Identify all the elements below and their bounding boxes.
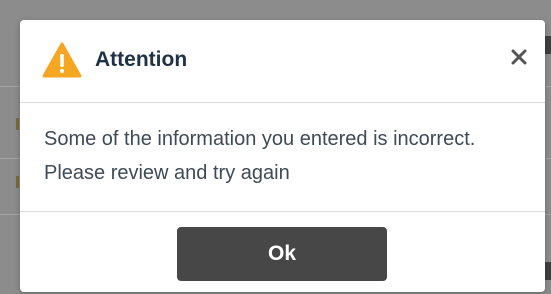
ok-button[interactable]: Ok bbox=[177, 227, 387, 281]
background-fragment bbox=[545, 262, 551, 280]
background-fragment bbox=[16, 118, 19, 130]
close-button[interactable] bbox=[504, 42, 534, 72]
dialog-message: Some of the information you entered is i… bbox=[44, 128, 476, 184]
background-fragment bbox=[16, 176, 19, 188]
close-icon bbox=[511, 49, 527, 65]
warning-icon bbox=[42, 42, 82, 78]
dialog-header: Attention bbox=[20, 20, 545, 103]
dialog-title: Attention bbox=[95, 48, 188, 71]
background-fragment bbox=[545, 36, 551, 54]
dialog-body: Some of the information you entered is i… bbox=[20, 103, 545, 212]
attention-dialog: Attention Some of the information you en… bbox=[20, 20, 545, 292]
